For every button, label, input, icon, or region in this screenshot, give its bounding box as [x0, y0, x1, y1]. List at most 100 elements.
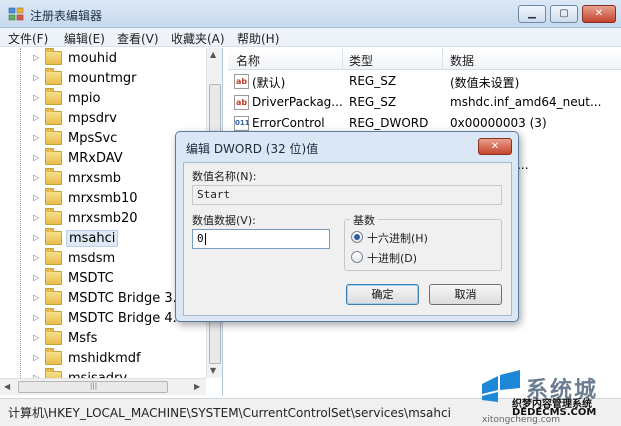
tree-item-label: mpsdrv	[68, 111, 117, 126]
tree-item[interactable]: ▷ mpio	[0, 88, 205, 109]
folder-icon	[45, 248, 62, 265]
menu-favorites[interactable]: 收藏夹(A)	[171, 30, 225, 47]
expand-arrow-icon[interactable]: ▷	[33, 153, 39, 162]
tree-item[interactable]: ▷ mountmgr	[0, 68, 205, 89]
tree-item-label: mrxsmb20	[68, 211, 138, 226]
folder-icon	[45, 188, 62, 205]
title-bar: 注册表编辑器 ▁ ▢ ✕	[0, 0, 621, 28]
tree-item-label: mountmgr	[68, 71, 137, 86]
tree-item-label: mrxsmb	[68, 171, 122, 186]
expand-arrow-icon[interactable]: ▷	[33, 293, 39, 302]
expand-arrow-icon[interactable]: ▷	[33, 333, 39, 342]
folder-icon	[45, 268, 62, 285]
folder-icon	[45, 328, 62, 345]
folder-icon	[45, 128, 62, 145]
window-title: 注册表编辑器	[30, 9, 103, 23]
value-data-text: 0	[197, 232, 204, 245]
expand-arrow-icon[interactable]: ▷	[33, 253, 39, 262]
expand-arrow-icon[interactable]: ▷	[33, 53, 39, 62]
scroll-grip-icon: |||	[90, 382, 98, 390]
menu-help[interactable]: 帮助(H)	[237, 30, 279, 47]
folder-icon	[45, 348, 62, 365]
decimal-radio[interactable]	[351, 251, 363, 263]
value-data: mshdc.inf_amd64_neut...	[450, 95, 602, 109]
close-button[interactable]: ✕	[582, 5, 616, 23]
value-name-label: 数值名称(N):	[192, 170, 257, 183]
folder-icon	[45, 108, 62, 125]
tree-horizontal-scrollbar[interactable]: ◀ ||| ▶	[0, 378, 206, 395]
tree-item-label: MSDTC Bridge 4.0	[68, 311, 186, 326]
tree-item-label: mpio	[68, 91, 101, 106]
expand-arrow-icon[interactable]: ▷	[33, 73, 39, 82]
expand-arrow-icon[interactable]: ▷	[33, 213, 39, 222]
status-path: 计算机\HKEY_LOCAL_MACHINE\SYSTEM\CurrentCon…	[8, 406, 451, 420]
dialog-title: 编辑 DWORD (32 位)值	[186, 142, 319, 156]
column-data[interactable]: 数据	[450, 52, 474, 69]
string-value-icon: ab	[234, 95, 249, 110]
value-data-label: 数值数据(V):	[192, 214, 256, 227]
tree-item-label: MRxDAV	[68, 151, 123, 166]
folder-icon	[45, 168, 62, 185]
watermark-site-url: xitongcheng.com	[482, 415, 560, 425]
tree-item[interactable]: ▷ mouhid	[0, 48, 205, 69]
value-data: 0x00000003 (3)	[450, 116, 547, 130]
dialog-close-button[interactable]: ✕	[478, 138, 512, 155]
expand-arrow-icon[interactable]: ▷	[33, 193, 39, 202]
tree-item[interactable]: ▷ mpsdrv	[0, 108, 205, 129]
text-caret	[204, 233, 206, 245]
expand-arrow-icon[interactable]: ▷	[33, 273, 39, 282]
tree-item[interactable]: ▷ mshidkmdf	[0, 348, 205, 369]
menu-file[interactable]: 文件(F)	[8, 30, 48, 47]
menu-view[interactable]: 查看(V)	[117, 30, 159, 47]
value-type: REG_SZ	[349, 74, 397, 88]
minimize-button[interactable]: ▁	[518, 5, 546, 23]
value-type: REG_SZ	[349, 95, 397, 109]
scroll-left-icon[interactable]: ◀	[4, 382, 10, 391]
cancel-button[interactable]: 取消	[429, 284, 502, 305]
value-name: ErrorControl	[252, 116, 325, 130]
expand-arrow-icon[interactable]: ▷	[33, 233, 39, 242]
menu-bar: 文件(F) 编辑(E) 查看(V) 收藏夹(A) 帮助(H)	[0, 28, 621, 47]
value-data: (数值未设置)	[450, 76, 520, 90]
decimal-radio-label[interactable]: 十进制(D)	[367, 250, 417, 266]
expand-arrow-icon[interactable]: ▷	[33, 133, 39, 142]
scroll-down-icon[interactable]: ▼	[210, 366, 216, 375]
value-name: (默认)	[252, 76, 286, 90]
maximize-button[interactable]: ▢	[550, 5, 578, 23]
folder-icon	[45, 208, 62, 225]
expand-arrow-icon[interactable]: ▷	[33, 313, 39, 322]
scroll-up-icon[interactable]: ▲	[210, 50, 216, 59]
value-data-input[interactable]: 0	[192, 229, 330, 249]
tree-item-label: MpsSvc	[68, 131, 118, 146]
list-header: 名称 类型 数据	[228, 48, 621, 70]
column-type[interactable]: 类型	[349, 52, 373, 69]
expand-arrow-icon[interactable]: ▷	[33, 113, 39, 122]
scroll-right-icon[interactable]: ▶	[194, 382, 200, 391]
list-row[interactable]: ab DriverPackag... REG_SZ mshdc.inf_amd64_n…	[228, 92, 621, 113]
hex-radio[interactable]	[351, 231, 363, 243]
folder-icon	[45, 288, 62, 305]
folder-icon	[45, 148, 62, 165]
binary-value-icon: 011	[234, 116, 250, 131]
edit-dword-dialog: 编辑 DWORD (32 位)值 ✕ 数值名称(N): Start 数值数据(V…	[175, 131, 519, 322]
tree-item-label: MSDTC Bridge 3.0	[68, 291, 186, 306]
folder-icon	[45, 308, 62, 325]
folder-icon	[45, 68, 62, 85]
expand-arrow-icon[interactable]: ▷	[33, 173, 39, 182]
base-group-label: 基数	[350, 212, 378, 228]
expand-arrow-icon[interactable]: ▷	[33, 353, 39, 362]
hex-radio-label[interactable]: 十六进制(H)	[367, 230, 428, 246]
list-row[interactable]: ab (默认) REG_SZ (数值未设置)	[228, 71, 621, 92]
tree-item-label: mouhid	[68, 51, 117, 66]
tree-item-label: MSDTC	[68, 271, 114, 286]
expand-arrow-icon[interactable]: ▷	[33, 93, 39, 102]
folder-icon	[45, 48, 62, 65]
registry-editor-icon	[8, 7, 24, 21]
column-name[interactable]: 名称	[236, 52, 260, 69]
menu-edit[interactable]: 编辑(E)	[64, 30, 105, 47]
dialog-body: 数值名称(N): Start 数值数据(V): 0 基数 十六进制(H) 十进制…	[183, 162, 512, 316]
string-value-icon: ab	[234, 74, 249, 89]
ok-button[interactable]: 确定	[346, 284, 419, 305]
value-name: DriverPackag...	[252, 95, 342, 109]
tree-item[interactable]: ▷ Msfs	[0, 328, 205, 349]
